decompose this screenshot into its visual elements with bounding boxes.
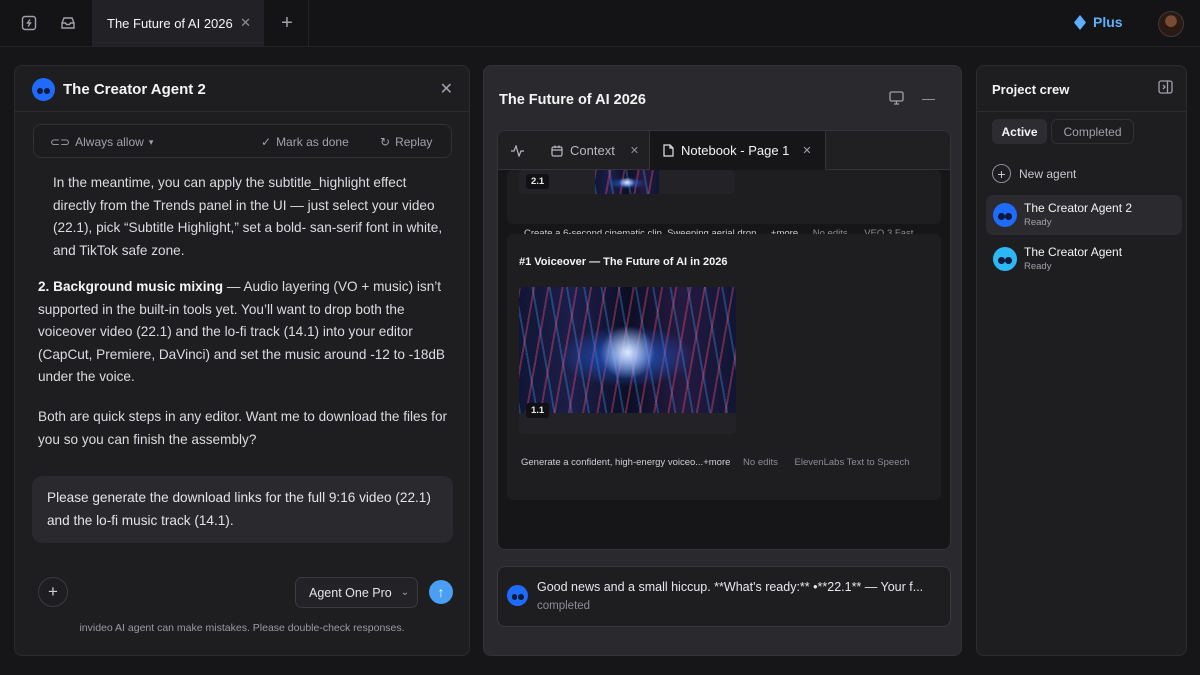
item-number: 2. — [38, 279, 50, 294]
close-tab-icon[interactable]: ✕ — [630, 144, 639, 157]
replay-label: Replay — [395, 135, 433, 149]
tab-project[interactable]: The Future of AI 2026 ✕ — [92, 0, 264, 47]
chat-header: The Creator Agent 2 ✕ — [15, 66, 469, 112]
chevron-down-icon: ⌄ — [400, 587, 410, 598]
activity-tab[interactable] — [511, 131, 524, 170]
filter-active[interactable]: Active — [992, 119, 1047, 144]
status-message: Good news and a small hiccup. **What's r… — [537, 580, 924, 594]
tab-title: The Future of AI 2026 — [107, 16, 233, 31]
card-edits: No edits — [743, 457, 778, 468]
new-agent-button[interactable]: + New agent — [992, 164, 1076, 183]
always-allow-dropdown[interactable]: ⊂⊃ Always allow ▾ — [50, 135, 153, 149]
voiceover-thumbnail-image — [519, 287, 736, 413]
notebook-tabs: Context ✕ Notebook - Page 1 ✕ — [498, 131, 950, 170]
status-state: completed — [537, 600, 591, 612]
tab-context[interactable]: Context ✕ — [551, 131, 639, 170]
notebook: Context ✕ Notebook - Page 1 ✕ 2.1 Create… — [497, 130, 951, 550]
card-thumbnail[interactable]: 1.1 — [519, 287, 736, 434]
send-button[interactable]: ↑ — [429, 580, 453, 604]
permission-icon: ⊂⊃ — [50, 135, 71, 149]
crew-title: Project crew — [992, 82, 1070, 97]
agent-status: Ready — [1024, 261, 1052, 272]
close-tab-icon[interactable]: ✕ — [802, 144, 811, 157]
card-badge: 2.1 — [526, 174, 550, 189]
mark-done-label: Mark as done — [276, 135, 349, 149]
inbox-icon[interactable] — [57, 12, 79, 34]
card-thumbnail[interactable]: 2.1 — [519, 170, 735, 194]
monitor-icon[interactable] — [889, 91, 904, 108]
pulse-icon — [511, 144, 524, 157]
crew-agent-item[interactable]: The Creator Agent Ready — [986, 239, 1182, 279]
close-icon[interactable]: ✕ — [440, 79, 453, 99]
sidebar-toggle-icon[interactable] — [18, 12, 40, 34]
chat-title: The Creator Agent 2 — [63, 81, 206, 98]
minimize-icon[interactable]: — — [922, 91, 935, 106]
tab-context-label: Context — [570, 143, 615, 158]
card-meta: Generate a confident, high-energy voiceo… — [521, 457, 910, 468]
agent-name: The Creator Agent 2 — [1024, 201, 1133, 215]
agent-avatar-icon — [32, 78, 55, 101]
plus-circle-icon: + — [992, 164, 1011, 183]
status-card[interactable]: Good news and a small hiccup. **What's r… — [497, 566, 951, 627]
agent-status: Ready — [1024, 217, 1052, 228]
agent-avatar-icon — [507, 585, 528, 606]
card-badge: 1.1 — [526, 403, 550, 418]
attach-plus-icon[interactable]: + — [38, 577, 68, 607]
agent-name: The Creator Agent — [1024, 245, 1123, 259]
chat-toolbar: ⊂⊃ Always allow ▾ ✓ Mark as done ↻ Repla… — [33, 124, 452, 158]
model-label: Agent One Pro — [309, 585, 392, 600]
tab-notebook-label: Notebook - Page 1 — [681, 143, 790, 158]
filter-completed[interactable]: Completed — [1051, 119, 1134, 144]
chat-panel: The Creator Agent 2 ✕ ⊂⊃ Always allow ▾ … — [14, 65, 470, 656]
new-tab-icon[interactable]: + — [276, 12, 298, 34]
agent-avatar-icon — [993, 247, 1017, 271]
avatar[interactable] — [1158, 11, 1184, 37]
tab-notebook[interactable]: Notebook - Page 1 ✕ — [649, 131, 826, 170]
user-message: Please generate the download links for t… — [32, 476, 453, 543]
video-thumbnail-image — [595, 170, 659, 194]
divider — [977, 111, 1186, 112]
item-heading: Background music mixing — [53, 279, 224, 294]
card-model: ElevenLabs Text to Speech — [794, 457, 910, 468]
always-allow-label: Always allow — [75, 135, 144, 149]
agent-message-item: 2. Background music mixing — Audio layer… — [38, 276, 450, 389]
plan-badge[interactable]: Plus — [1074, 14, 1123, 30]
new-agent-label: New agent — [1019, 166, 1077, 181]
document-icon — [663, 144, 674, 157]
crew-panel: Project crew Active Completed + New agen… — [976, 65, 1187, 656]
project-title: The Future of AI 2026 — [499, 92, 646, 108]
close-tab-icon[interactable]: ✕ — [240, 15, 251, 31]
tab-divider — [308, 0, 309, 47]
top-bar: The Future of AI 2026 ✕ + Plus — [0, 0, 1200, 47]
diamond-icon — [1074, 14, 1086, 30]
chevron-down-icon: ▾ — [148, 136, 154, 147]
calendar-icon — [551, 145, 563, 157]
more-link[interactable]: +more — [703, 457, 730, 468]
crew-agent-item[interactable]: The Creator Agent 2 Ready — [986, 195, 1182, 235]
agent-avatar-icon — [993, 203, 1017, 227]
agent-message-intro: In the meantime, you can apply the subti… — [53, 175, 443, 258]
panel-toggle-icon[interactable] — [1158, 80, 1173, 97]
notebook-card[interactable]: #1 Voiceover — The Future of AI in 2026 … — [507, 234, 941, 500]
arrow-up-icon: ↑ — [437, 584, 445, 600]
project-panel: The Future of AI 2026 — Context ✕ Notebo… — [483, 65, 962, 656]
disclaimer: invideo AI agent can make mistakes. Plea… — [79, 622, 405, 634]
agent-message-outro: Both are quick steps in any editor. Want… — [38, 409, 448, 447]
plan-label: Plus — [1093, 14, 1123, 30]
check-icon: ✓ — [261, 135, 272, 149]
mark-done-button[interactable]: ✓ Mark as done — [261, 135, 349, 149]
model-select[interactable]: Agent One Pro ⌄ — [295, 577, 418, 608]
composer[interactable]: + Agent One Pro ⌄ ↑ — [32, 571, 453, 613]
card-prompt: Generate a confident, high-energy voiceo… — [521, 457, 704, 468]
notebook-card[interactable]: 2.1 Create a 6-second cinematic clip. Sw… — [507, 170, 941, 239]
replay-button[interactable]: ↻ Replay — [380, 135, 432, 149]
item-body: — Audio layering (VO + music) isn’t supp… — [38, 279, 446, 384]
card-title: #1 Voiceover — The Future of AI in 2026 — [519, 256, 728, 268]
replay-icon: ↻ — [380, 135, 391, 149]
